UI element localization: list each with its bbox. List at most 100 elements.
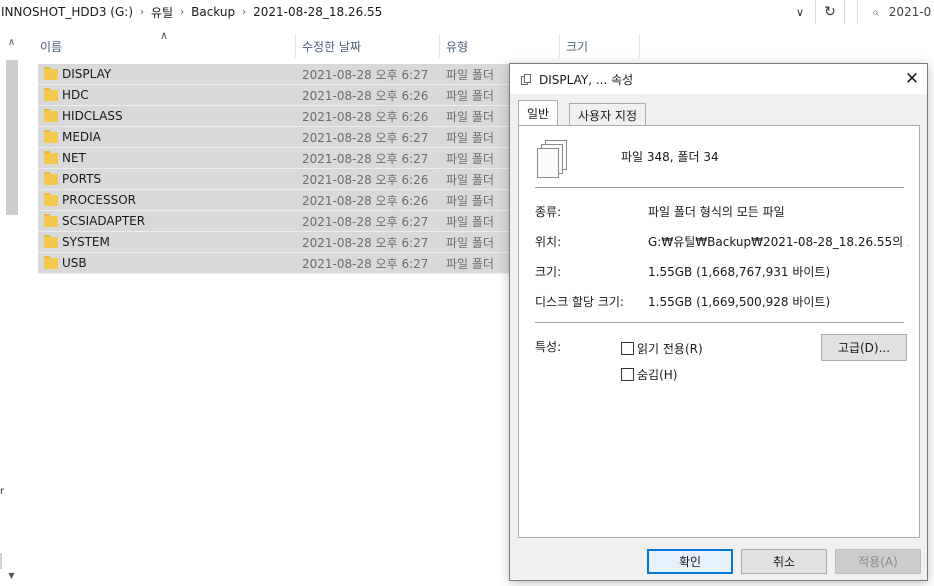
file-modified-date: 2021-08-28 오후 6:27 [302,256,429,271]
file-modified-date: 2021-08-28 오후 6:27 [302,130,429,145]
multiple-files-icon [521,74,531,85]
file-name: PROCESSOR [62,193,136,207]
file-type: 파일 폴더 [446,256,494,271]
edge-fragment: r [0,486,5,497]
scrollbar-thumb[interactable] [6,60,18,215]
file-type: 파일 폴더 [446,172,494,187]
search-placeholder: 2021-0 [888,5,932,19]
table-row[interactable]: MEDIA 2021-08-28 오후 6:27 파일 폴더 [38,127,518,148]
dialog-title: DISPLAY, ... 속성 [539,73,634,87]
file-modified-date: 2021-08-28 오후 6:26 [302,193,429,208]
type-value: 파일 폴더 형식의 모든 파일 [648,205,785,219]
close-icon[interactable]: ✕ [900,68,924,90]
location-value: G:₩유틸₩Backup₩2021-08-28_18.26.55의 모든 [648,235,908,249]
file-name: SYSTEM [62,235,110,249]
table-row[interactable]: NET 2021-08-28 오후 6:27 파일 폴더 [38,148,518,169]
file-modified-date: 2021-08-28 오후 6:26 [302,88,429,103]
checkbox-box[interactable] [621,368,634,381]
file-name: PORTS [62,172,102,186]
column-header-type[interactable]: 유형 [440,34,560,58]
tab-customize[interactable]: 사용자 지정 [569,103,647,125]
column-header-type-label: 유형 [446,39,469,54]
chevron-down-icon[interactable]: ∨ [785,0,815,24]
table-row[interactable]: DISPLAY 2021-08-28 오후 6:27 파일 폴더 [38,64,518,85]
file-modified-date: 2021-08-28 오후 6:26 [302,109,429,124]
scroll-down-icon[interactable]: ▼ [4,568,19,582]
breadcrumb-chevron-icon[interactable]: › [137,7,147,18]
folder-icon [44,172,58,185]
location-label: 위치: [535,235,562,249]
hidden-label: 숨김(H) [637,368,678,382]
folder-icon [44,151,58,164]
scroll-up-icon[interactable]: ∧ [4,34,19,50]
table-row[interactable]: SCSIADAPTER 2021-08-28 오후 6:27 파일 폴더 [38,211,518,232]
file-type: 파일 폴더 [446,214,494,229]
column-header-name[interactable]: 이름 [34,34,296,58]
divider [535,187,904,188]
cancel-button[interactable]: 취소 [741,549,827,574]
search-icon: ⌕ [872,4,879,19]
folder-icon [44,193,58,206]
size-value: 1.55GB (1,668,767,931 바이트) [648,265,831,279]
table-row[interactable]: HDC 2021-08-28 오후 6:26 파일 폴더 [38,85,518,106]
file-type: 파일 폴더 [446,151,494,166]
advanced-button[interactable]: 고급(D)... [821,334,907,361]
search-input[interactable]: ⌕ 2021-0 [857,0,934,24]
breadcrumb-util[interactable]: 유틸 [147,4,177,21]
column-header-size[interactable]: 크기 [560,34,640,58]
checkbox-box[interactable] [621,342,634,355]
general-tab-panel: 파일 348, 폴더 34 종류: 파일 폴더 형식의 모든 파일 위치: G:… [518,125,920,538]
column-header-modified[interactable]: 수정한 날짜 [296,34,440,58]
breadcrumb-current[interactable]: 2021-08-28_18.26.55 [249,5,386,19]
dialog-titlebar[interactable]: DISPLAY, ... 속성 ✕ [510,64,927,94]
folder-icon [44,109,58,122]
attributes-label: 특성: [535,340,562,354]
file-modified-date: 2021-08-28 오후 6:26 [302,172,429,187]
selection-summary: 파일 348, 폴더 34 [621,150,719,164]
file-name: HIDCLASS [62,109,123,123]
breadcrumb-backup[interactable]: Backup [187,5,239,19]
file-name: NET [62,151,86,165]
apply-button[interactable]: 적용(A) [835,549,921,574]
table-row[interactable]: SYSTEM 2021-08-28 오후 6:27 파일 폴더 [38,232,518,253]
folder-icon [44,256,58,269]
file-name: SCSIADAPTER [62,214,146,228]
size-label: 크기: [535,265,562,279]
tab-general[interactable]: 일반 [518,100,559,125]
table-row[interactable]: PORTS 2021-08-28 오후 6:26 파일 폴더 [38,169,518,190]
readonly-checkbox[interactable]: 읽기 전용(R) [621,340,703,357]
file-type: 파일 폴더 [446,109,494,124]
file-name: HDC [62,88,89,102]
table-row[interactable]: HIDCLASS 2021-08-28 오후 6:26 파일 폴더 [38,106,518,127]
file-modified-date: 2021-08-28 오후 6:27 [302,67,429,82]
file-type: 파일 폴더 [446,193,494,208]
refresh-icon[interactable]: ↻ [815,0,845,24]
table-row[interactable]: PROCESSOR 2021-08-28 오후 6:26 파일 폴더 [38,190,518,211]
ok-button[interactable]: 확인 [647,549,733,574]
disk-size-label: 디스크 할당 크기: [535,295,624,309]
folder-icon [44,130,58,143]
breadcrumb-chevron-icon[interactable]: › [177,7,187,18]
folder-icon [44,67,58,80]
file-list: DISPLAY 2021-08-28 오후 6:27 파일 폴더 HDC 2021-08… [38,64,518,274]
column-header-modified-label: 수정한 날짜 [302,39,362,54]
readonly-label: 읽기 전용(R) [637,342,703,356]
file-type: 파일 폴더 [446,235,494,250]
breadcrumb[interactable]: INNOSHOT_HDD3 (G:) › 유틸 › Backup › 2021-… [0,0,785,24]
breadcrumb-drive[interactable]: INNOSHOT_HDD3 (G:) [0,5,137,19]
column-header-size-label: 크기 [566,39,589,54]
folder-icon [44,235,58,248]
file-type: 파일 폴더 [446,67,494,82]
address-bar: INNOSHOT_HDD3 (G:) › 유틸 › Backup › 2021-… [0,0,934,26]
table-row[interactable]: USB 2021-08-28 오후 6:27 파일 폴더 [38,253,518,274]
edge-scrollbar [0,553,2,569]
folder-icon [44,214,58,227]
file-name: USB [62,256,87,270]
breadcrumb-chevron-icon[interactable]: › [239,7,249,18]
file-modified-date: 2021-08-28 오후 6:27 [302,214,429,229]
type-label: 종류: [535,205,562,219]
disk-size-value: 1.55GB (1,669,500,928 바이트) [648,295,831,309]
folder-icon [44,88,58,101]
divider [535,322,904,323]
hidden-checkbox[interactable]: 숨김(H) [621,366,677,383]
